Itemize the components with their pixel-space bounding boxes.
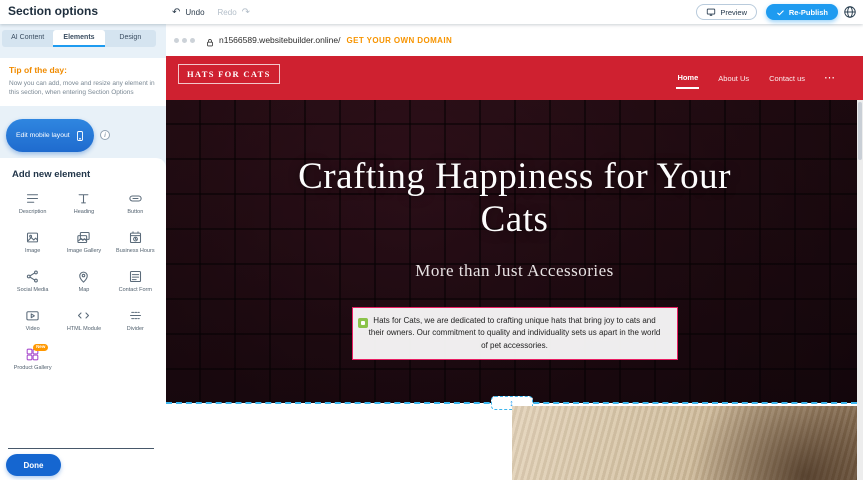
nav-home[interactable]: Home xyxy=(676,68,699,89)
site-preview: HATS FOR CATS Home About Us Contact us ⋯… xyxy=(166,56,863,480)
hero-section[interactable]: Crafting Happiness for Your Cats More th… xyxy=(166,100,863,403)
map-icon xyxy=(76,269,91,284)
lock-icon xyxy=(205,35,215,45)
site-logo[interactable]: HATS FOR CATS xyxy=(178,64,280,84)
video-icon xyxy=(25,308,40,323)
element-item-contact-form[interactable]: Contact Form xyxy=(111,266,160,302)
nav-about-us[interactable]: About Us xyxy=(717,69,750,88)
element-item-description[interactable]: Description xyxy=(8,188,57,224)
business-hours-icon xyxy=(128,230,143,245)
element-item-product-gallery[interactable]: New Product Gallery xyxy=(8,344,57,380)
undo-button[interactable]: Undo xyxy=(185,8,204,17)
element-label: Description xyxy=(19,209,47,216)
window-dot xyxy=(190,38,195,43)
tip-heading: Tip of the day: xyxy=(9,65,157,75)
edit-mobile-layout-label: Edit mobile layout xyxy=(16,132,70,139)
browser-bar: n1566589.websitebuilder.online/ GET YOUR… xyxy=(166,24,863,56)
element-label: Divider xyxy=(127,326,144,333)
description-icon xyxy=(25,191,40,206)
divider-line xyxy=(8,448,154,449)
element-item-map[interactable]: Map xyxy=(59,266,108,302)
hero-paragraph: Hats for Cats, we are dedicated to craft… xyxy=(369,316,661,350)
edit-mobile-layout-button[interactable]: Edit mobile layout xyxy=(6,119,94,152)
sidebar: AI Content Elements Design Tip of the da… xyxy=(0,24,166,480)
scrollbar-thumb[interactable] xyxy=(858,102,862,160)
redo-button[interactable]: Redo xyxy=(218,8,237,17)
element-label: Button xyxy=(127,209,143,216)
element-label: Heading xyxy=(74,209,95,216)
phone-icon xyxy=(74,128,86,144)
new-badge: New xyxy=(33,344,48,351)
window-dot xyxy=(182,38,187,43)
undo-icon[interactable]: ↶ xyxy=(172,7,180,18)
contact-form-icon xyxy=(128,269,143,284)
element-item-divider[interactable]: Divider xyxy=(111,305,160,341)
html-module-icon xyxy=(76,308,91,323)
element-label: Social Media xyxy=(17,287,49,294)
element-item-business-hours[interactable]: Business Hours xyxy=(111,227,160,263)
divider-icon xyxy=(128,308,143,323)
done-button[interactable]: Done xyxy=(6,454,61,476)
tab-design[interactable]: Design xyxy=(105,30,156,47)
tip-body: Now you can add, move and resize any ele… xyxy=(9,79,157,98)
tab-elements[interactable]: Elements xyxy=(53,30,104,47)
republish-label: Re-Publish xyxy=(789,8,828,17)
element-anchor-icon[interactable] xyxy=(358,318,368,328)
selected-text-element[interactable]: Hats for Cats, we are dedicated to craft… xyxy=(352,307,678,360)
monitor-icon xyxy=(706,7,716,17)
nav-contact-us[interactable]: Contact us xyxy=(768,69,806,88)
heading-icon xyxy=(76,191,91,206)
element-grid: Description Heading Button Image Image G… xyxy=(8,188,160,380)
element-label: Map xyxy=(79,287,90,294)
element-label: Product Gallery xyxy=(14,365,52,372)
info-icon[interactable]: i xyxy=(100,130,110,140)
tab-ai-content[interactable]: AI Content xyxy=(2,30,53,47)
get-domain-link[interactable]: GET YOUR OWN DOMAIN xyxy=(346,36,452,45)
element-item-html-module[interactable]: HTML Module xyxy=(59,305,108,341)
hero-subheading[interactable]: More than Just Accessories xyxy=(415,261,614,281)
element-item-heading[interactable]: Heading xyxy=(59,188,108,224)
element-item-image-gallery[interactable]: Image Gallery xyxy=(59,227,108,263)
sidebar-tabs: AI Content Elements Design xyxy=(2,30,156,47)
page-title: Section options xyxy=(8,4,98,18)
image-icon xyxy=(25,230,40,245)
element-item-social-media[interactable]: Social Media xyxy=(8,266,57,302)
element-label: HTML Module xyxy=(67,326,101,333)
social-media-icon xyxy=(25,269,40,284)
preview-label: Preview xyxy=(720,8,747,17)
check-icon xyxy=(776,8,785,17)
element-label: Contact Form xyxy=(119,287,152,294)
republish-button[interactable]: Re-Publish xyxy=(766,4,838,20)
site-header: HATS FOR CATS Home About Us Contact us ⋯ xyxy=(166,56,863,100)
globe-icon[interactable] xyxy=(843,5,857,19)
scrollbar[interactable] xyxy=(857,100,863,480)
element-label: Image xyxy=(25,248,40,255)
button-icon xyxy=(128,191,143,206)
window-dot xyxy=(174,38,179,43)
app-window: Section options ↶ Undo Redo ↷ Preview Re… xyxy=(0,0,863,480)
section-resize-line: ↕ xyxy=(166,402,857,404)
element-item-video[interactable]: Video xyxy=(8,305,57,341)
next-section-image xyxy=(512,406,857,480)
hero-heading[interactable]: Crafting Happiness for Your Cats xyxy=(295,156,735,241)
element-label: Business Hours xyxy=(116,248,155,255)
element-label: Video xyxy=(26,326,40,333)
add-element-panel: Add new element Description Heading Butt… xyxy=(0,158,166,480)
element-item-button[interactable]: Button xyxy=(111,188,160,224)
tip-of-the-day: Tip of the day: Now you can add, move an… xyxy=(0,58,166,106)
preview-button[interactable]: Preview xyxy=(696,4,757,20)
topbar: Section options ↶ Undo Redo ↷ Preview Re… xyxy=(0,0,863,24)
element-label: Image Gallery xyxy=(67,248,101,255)
redo-icon[interactable]: ↷ xyxy=(242,7,250,18)
site-url: n1566589.websitebuilder.online/ xyxy=(219,35,340,45)
element-item-image[interactable]: Image xyxy=(8,227,57,263)
image-gallery-icon xyxy=(76,230,91,245)
add-element-title: Add new element xyxy=(0,158,166,182)
undo-redo-group: ↶ Undo Redo ↷ xyxy=(172,0,250,24)
site-nav: Home About Us Contact us ⋯ xyxy=(676,56,835,100)
